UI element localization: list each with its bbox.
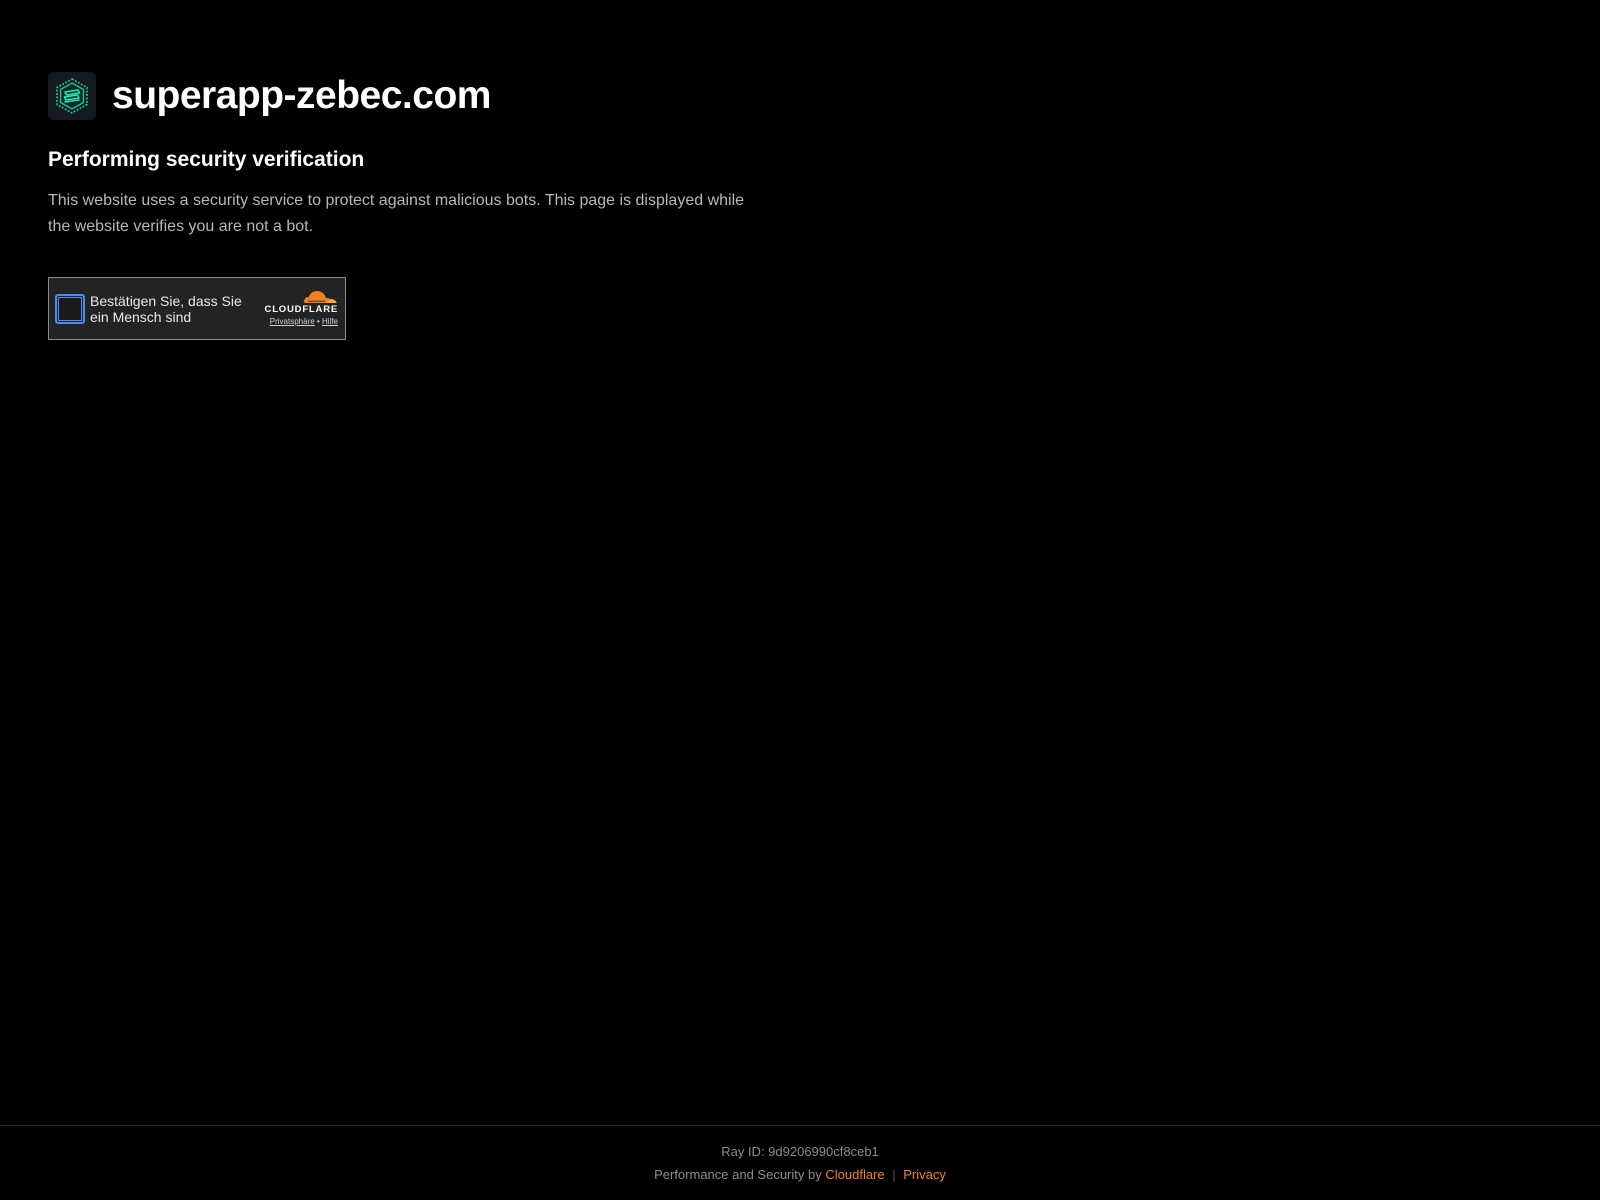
verification-description: This website uses a security service to … [48,192,745,235]
help-link[interactable]: Hilfe [322,317,338,326]
main-content: superapp-zebec.com Performing security v… [48,72,768,340]
zebec-logo-graphic [56,78,88,114]
zebec-logo-icon [48,72,96,120]
site-header: superapp-zebec.com [48,72,768,120]
site-name: superapp-zebec.com [112,74,491,117]
footer-separator: | [892,1167,896,1182]
cloudflare-cloud-icon [303,291,337,303]
link-separator: • [316,317,320,326]
verification-title: Performing security verification [48,148,365,171]
human-verification-checkbox[interactable] [55,293,85,324]
privacy-link-footer[interactable]: Privacy [903,1167,946,1182]
challenge-page: superapp-zebec.com Performing security v… [0,0,1600,1200]
cloudflare-link[interactable]: Cloudflare [825,1167,884,1182]
privacy-link[interactable]: Privatsphäre [270,317,315,326]
checkbox-label[interactable]: Bestätigen Sie, dass Sie ein Mensch sind [90,293,262,325]
cloudflare-wordmark: CLOUDFLARE [264,304,338,315]
cloudflare-branding: CLOUDFLARE Privatsphäre • Hilfe [262,288,338,328]
performance-text: Performance and Security by [654,1167,822,1182]
checkbox-box[interactable] [58,296,82,321]
performance-line: Performance and Security by Cloudflare |… [0,1166,1600,1184]
widget-links: Privatsphäre • Hilfe [262,316,338,328]
ray-id: Ray ID: 9d9206990cf8ceb1 [721,1144,879,1159]
footer: Ray ID: 9d9206990cf8ceb1 Performance and… [0,1125,1600,1200]
turnstile-widget: Bestätigen Sie, dass Sie ein Mensch sind… [48,277,346,340]
